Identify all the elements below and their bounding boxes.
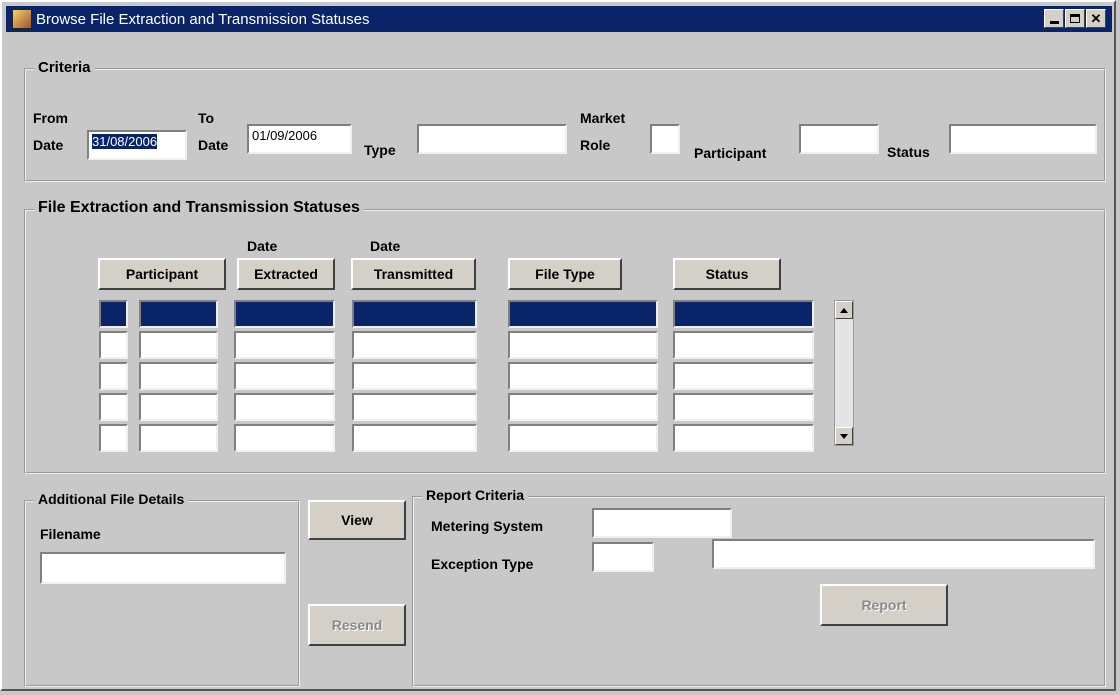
transmitted-cell[interactable] xyxy=(352,300,477,328)
status-cell[interactable] xyxy=(673,331,814,359)
row-selector[interactable] xyxy=(99,331,128,359)
file-type-cell[interactable] xyxy=(508,393,658,421)
exception-type-desc-field[interactable] xyxy=(712,539,1095,569)
arrow-down-icon xyxy=(840,433,848,439)
participant-cell[interactable] xyxy=(139,424,218,452)
file-type-cell[interactable] xyxy=(508,300,658,328)
row-selector[interactable] xyxy=(99,424,128,452)
market-role-field[interactable] xyxy=(650,124,680,154)
window-controls: ✕ xyxy=(1044,9,1106,28)
file-type-cell[interactable] xyxy=(508,362,658,390)
participant-cell[interactable] xyxy=(139,393,218,421)
participant-cell[interactable] xyxy=(139,331,218,359)
exception-type-code-field[interactable] xyxy=(592,542,654,572)
arrow-up-icon xyxy=(840,307,848,313)
resend-button[interactable]: Resend xyxy=(308,604,406,646)
extracted-cell[interactable] xyxy=(234,300,335,328)
column-header-file-type[interactable]: File Type xyxy=(508,258,622,290)
maximize-icon xyxy=(1070,14,1080,23)
status-cell[interactable] xyxy=(673,300,814,328)
to-label: To Date xyxy=(198,110,229,153)
scroll-down-button[interactable] xyxy=(835,427,853,445)
criteria-legend: Criteria xyxy=(34,59,95,76)
filename-label: Filename xyxy=(40,526,101,542)
participant-field[interactable] xyxy=(799,124,879,154)
transmitted-cell[interactable] xyxy=(352,393,477,421)
from-label: From Date xyxy=(33,110,68,153)
app-window: Browse File Extraction and Transmission … xyxy=(0,0,1116,691)
maximize-button[interactable] xyxy=(1065,9,1085,28)
extracted-cell[interactable] xyxy=(234,393,335,421)
app-icon xyxy=(12,9,32,29)
row-selector[interactable] xyxy=(99,393,128,421)
grid-scrollbar[interactable] xyxy=(834,300,854,446)
participant-cell[interactable] xyxy=(139,362,218,390)
type-field[interactable] xyxy=(417,124,567,154)
extracted-cell[interactable] xyxy=(234,331,335,359)
scroll-up-button[interactable] xyxy=(835,301,853,319)
minimize-icon xyxy=(1049,21,1059,24)
participant-label: Participant xyxy=(694,145,767,161)
status-field[interactable] xyxy=(949,124,1097,154)
metering-system-label: Metering System xyxy=(431,518,544,534)
market-role-label: Market Role xyxy=(580,110,626,153)
status-label: Status xyxy=(887,144,930,160)
report-legend: Report Criteria xyxy=(422,487,529,503)
additional-legend: Additional File Details xyxy=(34,491,189,507)
column-header-status[interactable]: Status xyxy=(673,258,781,290)
close-button[interactable]: ✕ xyxy=(1086,9,1106,28)
report-button[interactable]: Report xyxy=(820,584,948,626)
minimize-button[interactable] xyxy=(1044,9,1064,28)
transmitted-cell[interactable] xyxy=(352,331,477,359)
row-selector[interactable] xyxy=(99,362,128,390)
column-header-extracted[interactable]: Extracted xyxy=(237,258,335,290)
extracted-cell[interactable] xyxy=(234,424,335,452)
statuses-legend: File Extraction and Transmission Statuse… xyxy=(34,199,364,217)
status-cell[interactable] xyxy=(673,424,814,452)
status-cell[interactable] xyxy=(673,393,814,421)
transmitted-cell[interactable] xyxy=(352,424,477,452)
metering-system-field[interactable] xyxy=(592,508,732,538)
date-transmitted-top-label: Date xyxy=(370,238,401,254)
transmitted-cell[interactable] xyxy=(352,362,477,390)
file-type-cell[interactable] xyxy=(508,331,658,359)
row-selector[interactable] xyxy=(99,300,128,328)
title-bar[interactable]: Browse File Extraction and Transmission … xyxy=(6,6,1112,32)
column-header-transmitted[interactable]: Transmitted xyxy=(351,258,476,290)
column-header-participant[interactable]: Participant xyxy=(98,258,226,290)
close-icon: ✕ xyxy=(1090,10,1102,26)
window-title: Browse File Extraction and Transmission … xyxy=(36,10,370,28)
file-type-cell[interactable] xyxy=(508,424,658,452)
to-date-field[interactable]: 01/09/2006 xyxy=(247,124,352,154)
status-cell[interactable] xyxy=(673,362,814,390)
participant-cell[interactable] xyxy=(139,300,218,328)
type-label: Type xyxy=(364,142,396,158)
date-extracted-top-label: Date xyxy=(247,238,278,254)
from-date-field[interactable]: 31/08/2006 xyxy=(87,130,187,160)
filename-field[interactable] xyxy=(40,552,286,584)
extracted-cell[interactable] xyxy=(234,362,335,390)
exception-type-label: Exception Type xyxy=(431,556,534,572)
view-button[interactable]: View xyxy=(308,500,406,540)
